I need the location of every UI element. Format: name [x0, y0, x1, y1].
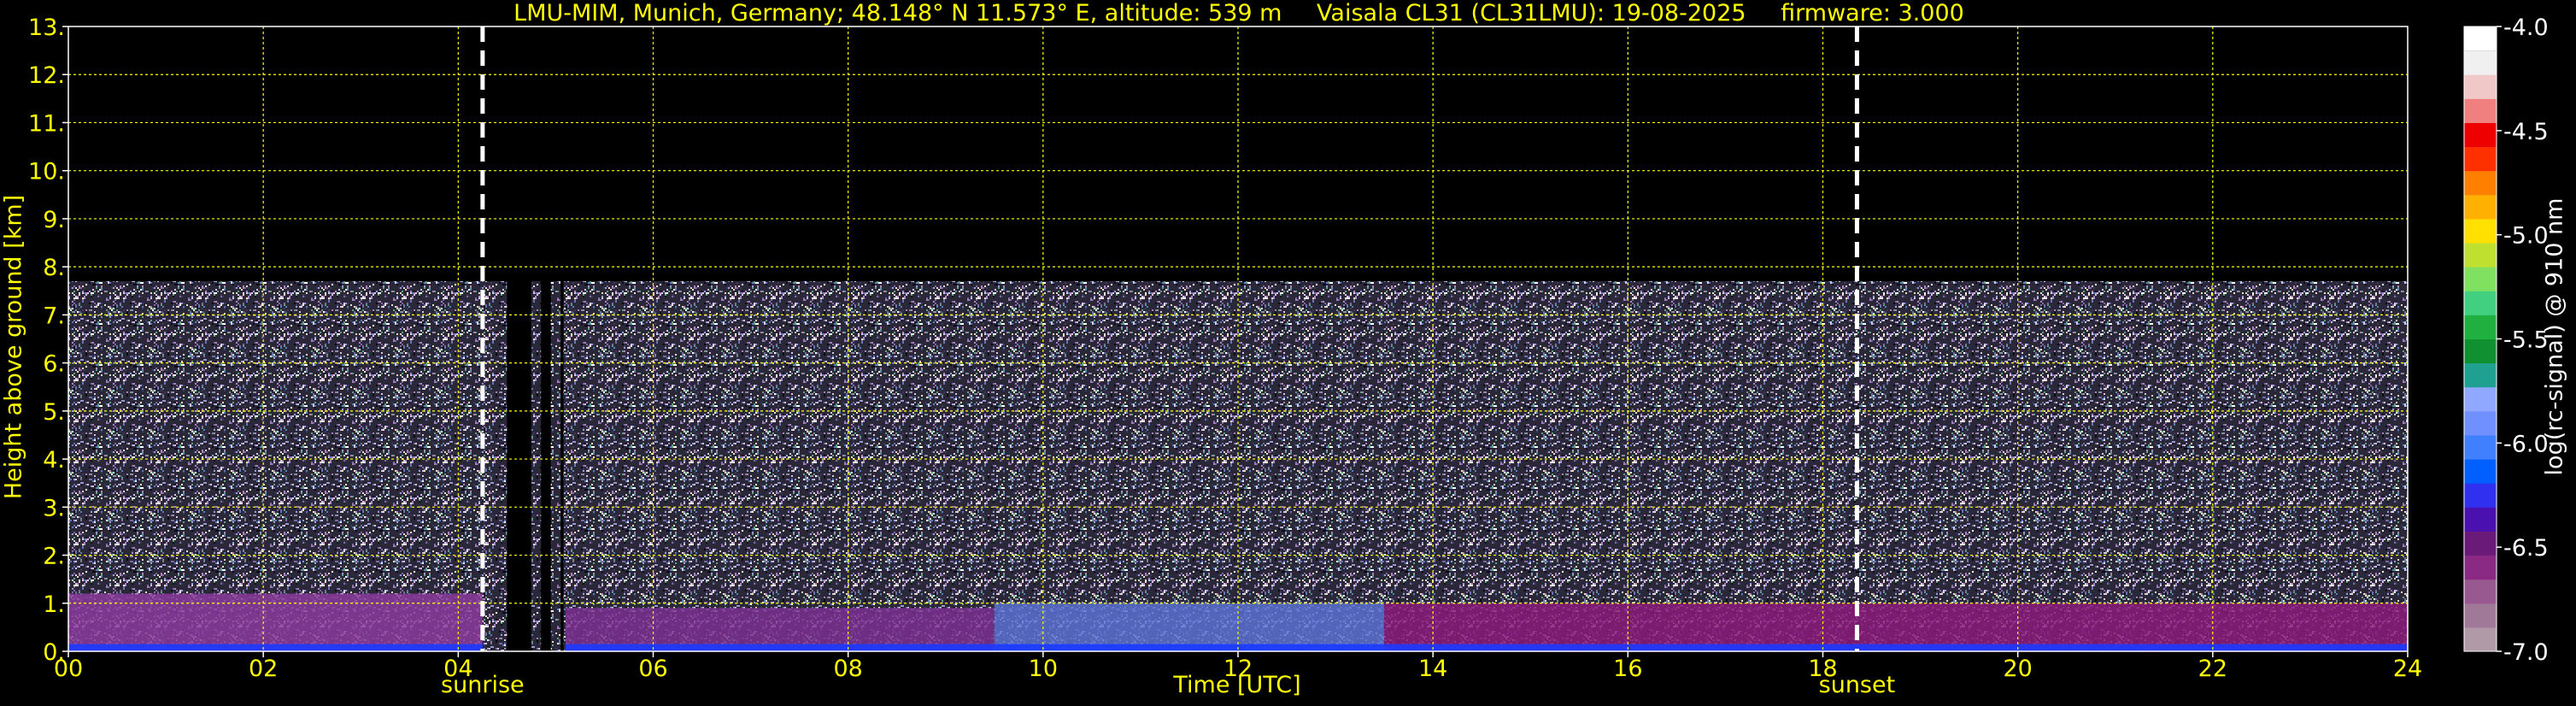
y-tick-label-10: 10.: [28, 159, 65, 185]
y-tick-label-5: 5.: [43, 399, 65, 426]
x-tick-label-8: 16: [1613, 656, 1642, 682]
colorbar-segment-13: [2464, 315, 2497, 339]
surface-layer-3: [1384, 644, 2408, 651]
colorbar-tick-label-5: -4.5: [2503, 119, 2549, 145]
y-tick-label-11: 11.: [28, 110, 65, 137]
ceilometer-chart: 00 02 04 06 08 10 12 14 16 18 20 22 240.1.2.3.4.5.6.…: [28, 15, 2549, 682]
colorbar-tick-label-1: -6.5: [2503, 535, 2549, 562]
colorbar-segment-11: [2464, 362, 2497, 388]
surface-layer-2: [994, 644, 1385, 651]
colorbar: -7.0-6.5-6.0-5.5-5.0-4.5-4.0: [2463, 15, 2549, 666]
y-tick-label-13: 13.: [28, 15, 65, 41]
data-gap-0: [507, 281, 531, 651]
colorbar-segment-1: [2464, 603, 2497, 628]
y-tick-label-1: 1.: [43, 591, 65, 618]
y-tick-label-12: 12.: [28, 62, 65, 89]
x-tick-label-7: 14: [1418, 656, 1447, 682]
x-axis-label: Time [UTC]: [1173, 672, 1301, 698]
colorbar-segment-7: [2464, 459, 2497, 484]
colorbar-segment-4: [2464, 531, 2497, 556]
colorbar-tick-label-6: -4.0: [2503, 15, 2549, 41]
colorbar-segment-5: [2464, 507, 2497, 532]
surface-layer-1: [565, 644, 995, 651]
colorbar-segment-15: [2464, 267, 2497, 291]
y-tick-label-4: 4.: [43, 447, 65, 474]
colorbar-segment-9: [2464, 410, 2497, 436]
colorbar-segment-21: [2464, 122, 2497, 148]
sunrise-label: sunrise: [441, 672, 525, 698]
colorbar-segment-22: [2464, 98, 2497, 123]
y-tick-label-0: 0.: [43, 639, 65, 666]
colorbar-segment-6: [2464, 483, 2497, 508]
colorbar-segment-12: [2464, 338, 2497, 364]
colorbar-segment-23: [2464, 74, 2497, 99]
y-tick-label-7: 7.: [43, 303, 65, 329]
y-tick-label-9: 9.: [43, 207, 65, 233]
data-gap-1: [541, 281, 551, 651]
sunset-label: sunset: [1818, 672, 1896, 698]
x-tick-label-5: 10: [1029, 656, 1058, 682]
x-tick-label-12: 24: [2393, 656, 2422, 682]
data-gap-2: [560, 281, 564, 651]
y-axis-label: Height above ground [km]: [0, 194, 27, 500]
colorbar-label: log(rc-signal) @ 910 nm: [2541, 197, 2568, 476]
x-tick-label-3: 06: [638, 656, 667, 682]
colorbar-segment-18: [2464, 194, 2497, 220]
colorbar-segment-14: [2464, 291, 2497, 315]
colorbar-segment-19: [2464, 170, 2497, 196]
colorbar-segment-10: [2464, 386, 2497, 412]
x-tick-label-11: 22: [2198, 656, 2227, 682]
colorbar-segment-2: [2464, 579, 2497, 604]
colorbar-segment-20: [2464, 146, 2497, 172]
colorbar-segment-16: [2464, 243, 2497, 268]
colorbar-segment-17: [2464, 218, 2497, 244]
colorbar-tick-label-0: -7.0: [2503, 639, 2549, 666]
surface-layer-0: [68, 644, 483, 651]
colorbar-segment-8: [2464, 434, 2497, 460]
x-tick-label-10: 20: [2003, 656, 2032, 682]
colorbar-segment-24: [2464, 50, 2497, 75]
boundary-layer-0: [68, 593, 483, 651]
y-tick-label-3: 3.: [43, 495, 65, 521]
y-tick-label-2: 2.: [43, 544, 65, 570]
y-tick-label-6: 6.: [43, 351, 65, 378]
x-tick-label-4: 08: [833, 656, 862, 682]
colorbar-segment-3: [2464, 555, 2497, 580]
colorbar-segment-0: [2464, 627, 2497, 652]
x-tick-label-1: 02: [249, 656, 278, 682]
y-tick-label-8: 8.: [43, 255, 65, 281]
colorbar-segment-25: [2464, 26, 2497, 51]
